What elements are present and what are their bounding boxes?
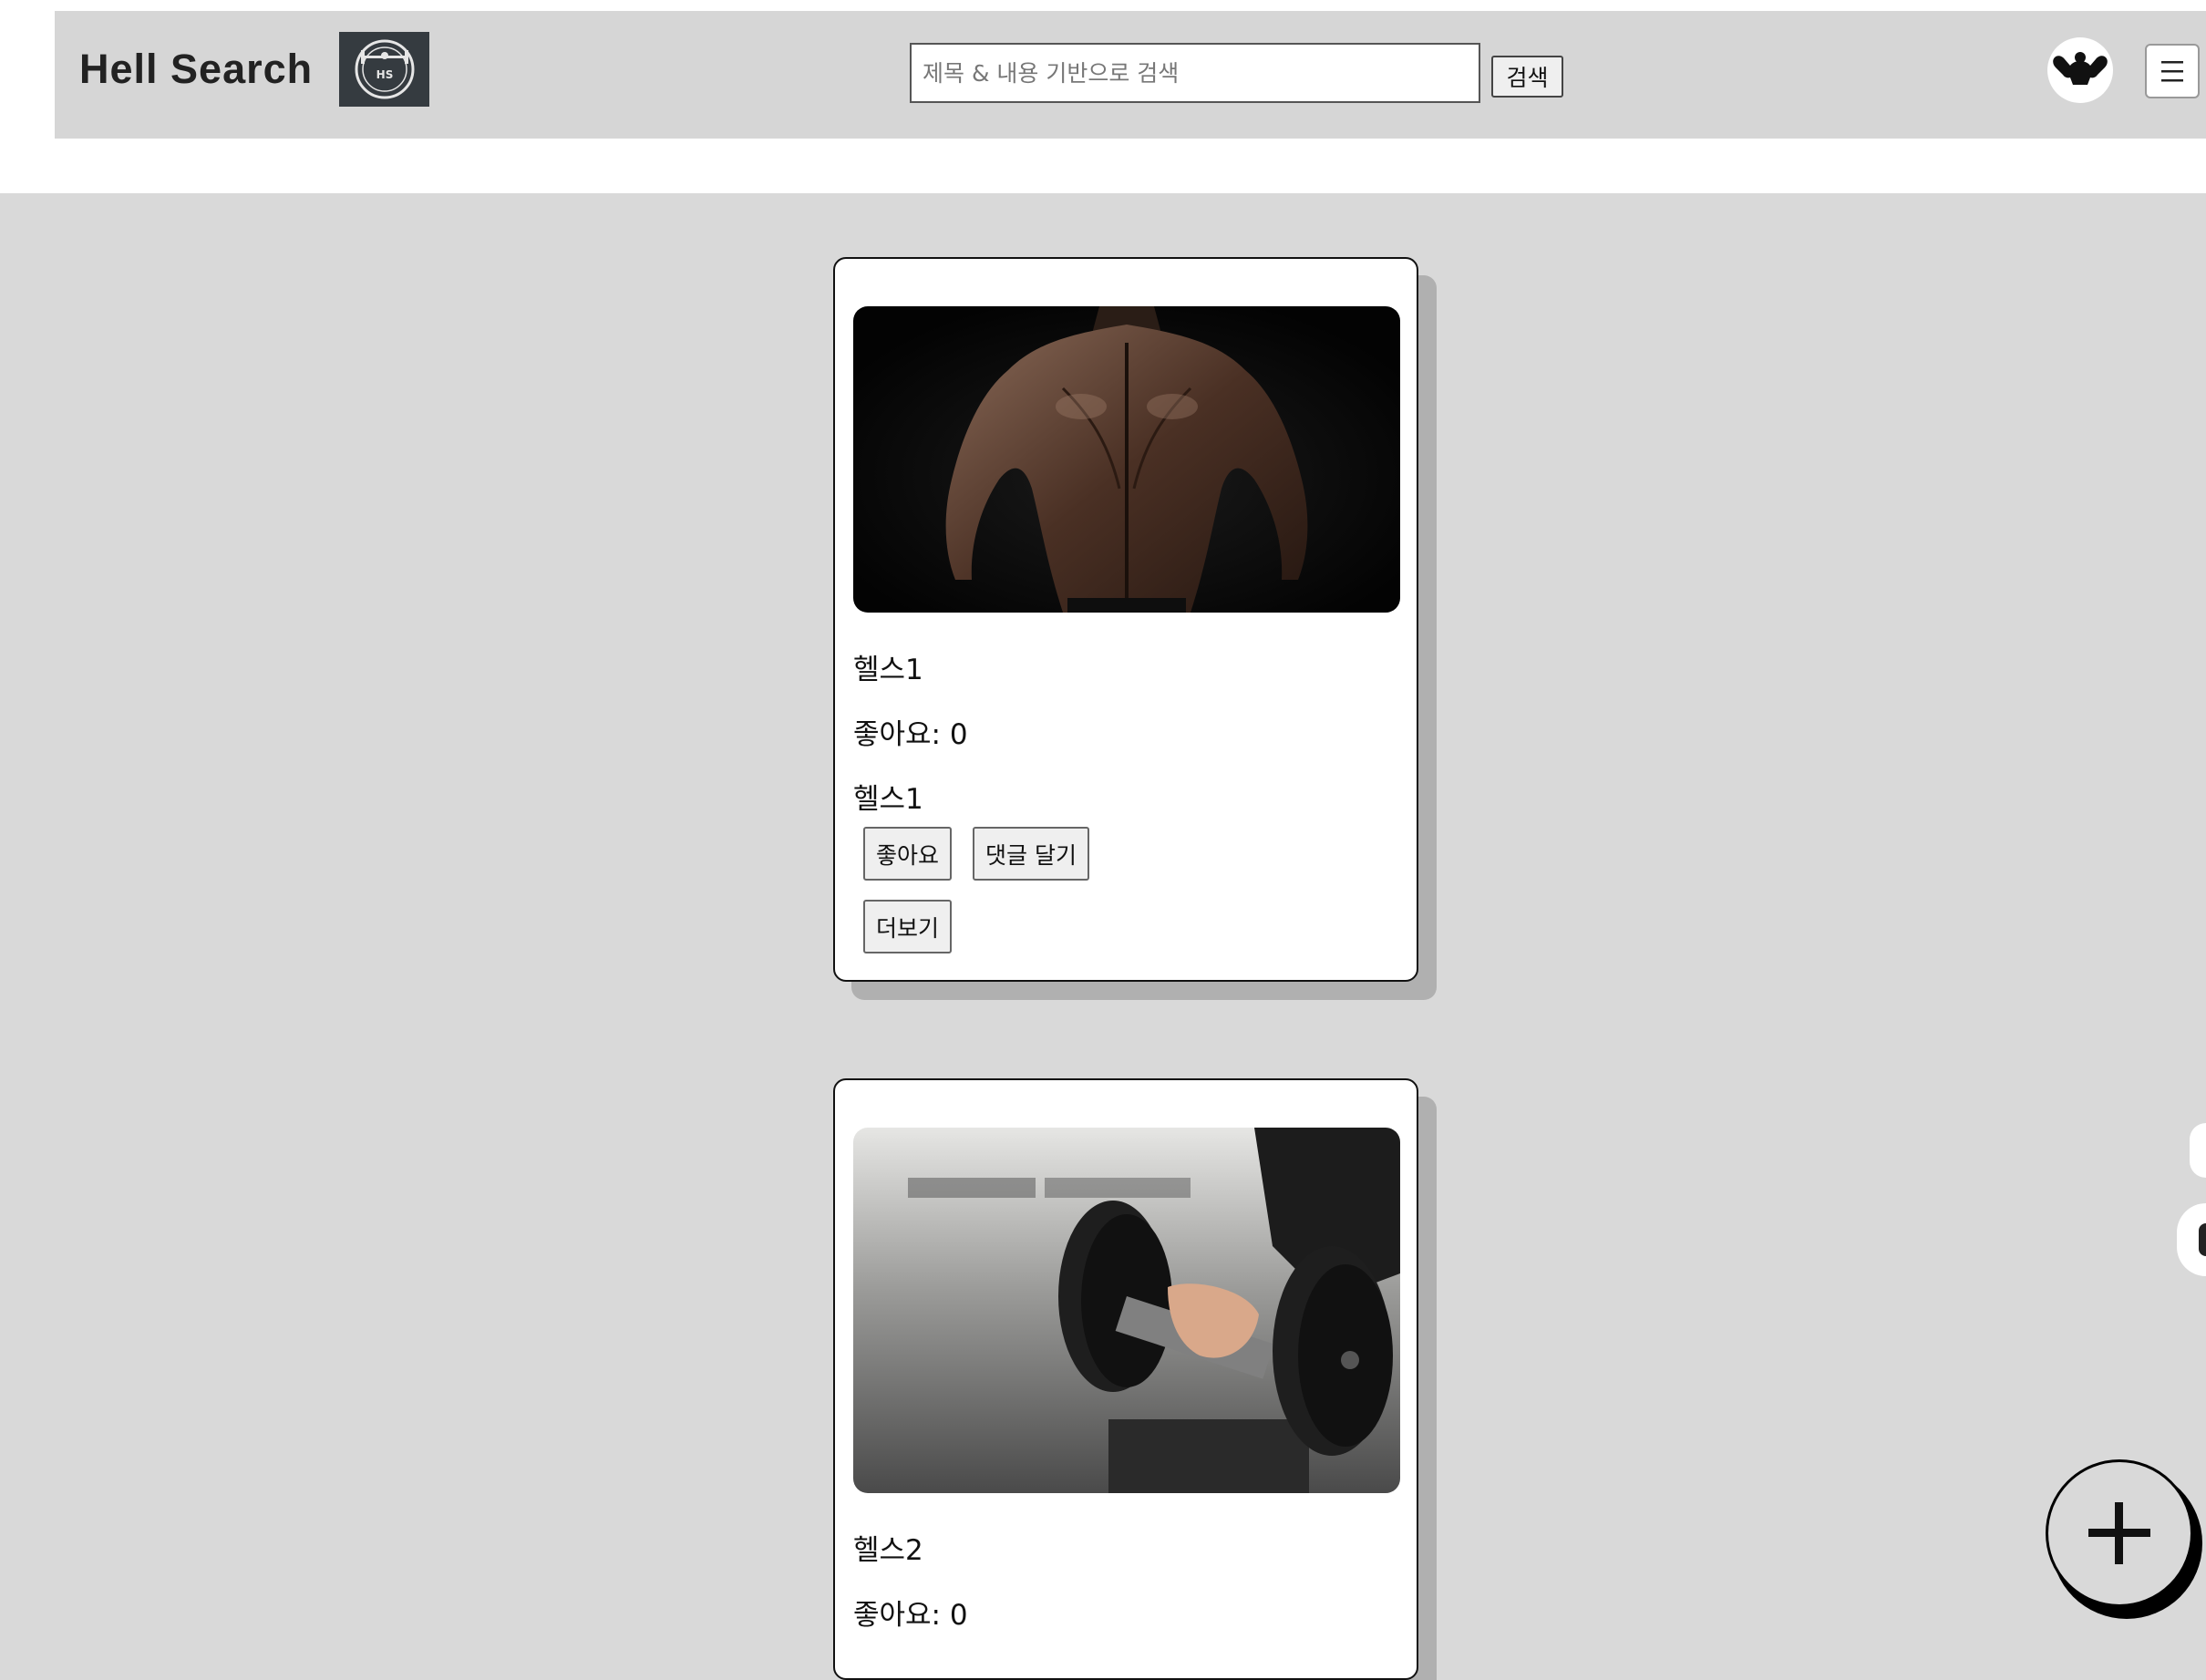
side-button-icon [2199, 1223, 2206, 1256]
side-floating-button[interactable] [2177, 1203, 2206, 1276]
plus-icon [2088, 1502, 2150, 1564]
brand-title[interactable]: Hell Search [79, 46, 313, 93]
menu-button[interactable] [2145, 44, 2200, 98]
post-card: 헬스1 좋아요: 0 헬스1 좋아요 댓글 달기 더보기 [833, 257, 1418, 982]
more-button[interactable]: 더보기 [863, 900, 953, 953]
dumbbell-photo [853, 1128, 1400, 1493]
post-card: 헬스2 좋아요: 0 [833, 1078, 1418, 1680]
post-image[interactable] [853, 306, 1400, 613]
avatar[interactable] [2047, 37, 2113, 103]
search-input[interactable] [910, 43, 1480, 103]
comment-button[interactable]: 댓글 달기 [973, 827, 1089, 881]
logo-emblem-icon: HS [355, 39, 414, 99]
post-likes-count: 좋아요: 0 [853, 718, 968, 751]
bodybuilder-back-photo [853, 306, 1400, 613]
add-post-button[interactable] [2046, 1459, 2193, 1607]
side-floating-button[interactable] [2190, 1123, 2206, 1178]
muscle-icon [2053, 52, 2108, 85]
search-button[interactable]: 검색 [1491, 56, 1563, 98]
header-bar: Hell Search HS 검색 [55, 11, 2206, 139]
logo-text: HS [376, 68, 393, 81]
post-content: 헬스1 [853, 783, 923, 816]
hamburger-icon [2161, 61, 2183, 82]
post-title: 헬스2 [853, 1534, 923, 1567]
like-button[interactable]: 좋아요 [863, 827, 953, 881]
post-image[interactable] [853, 1128, 1400, 1493]
brand-logo[interactable]: HS [339, 32, 429, 107]
post-title: 헬스1 [853, 654, 923, 686]
post-likes-count: 좋아요: 0 [853, 1599, 968, 1632]
